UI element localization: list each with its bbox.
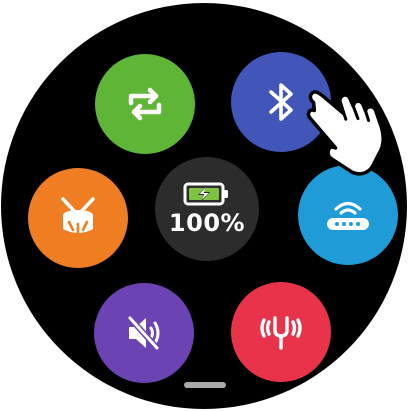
drum-icon — [61, 197, 95, 234]
router-icon — [327, 201, 369, 230]
sync-icon — [128, 87, 162, 121]
battery-status: 100% — [155, 157, 259, 261]
speaker-muted-icon — [127, 315, 160, 351]
wifi-router-button[interactable] — [298, 165, 398, 265]
battery-charging-icon — [183, 182, 228, 206]
tuning-fork-icon — [260, 316, 302, 350]
tap-hand-icon — [306, 90, 385, 176]
watch-screen: 100% — [1, 3, 407, 409]
battery-percentage: 100% — [168, 209, 246, 237]
sync-button[interactable] — [95, 54, 195, 154]
tuning-fork-button[interactable] — [231, 282, 331, 382]
drum-button[interactable] — [28, 168, 128, 268]
swipe-handle[interactable] — [184, 382, 226, 388]
mute-button[interactable] — [94, 283, 194, 383]
